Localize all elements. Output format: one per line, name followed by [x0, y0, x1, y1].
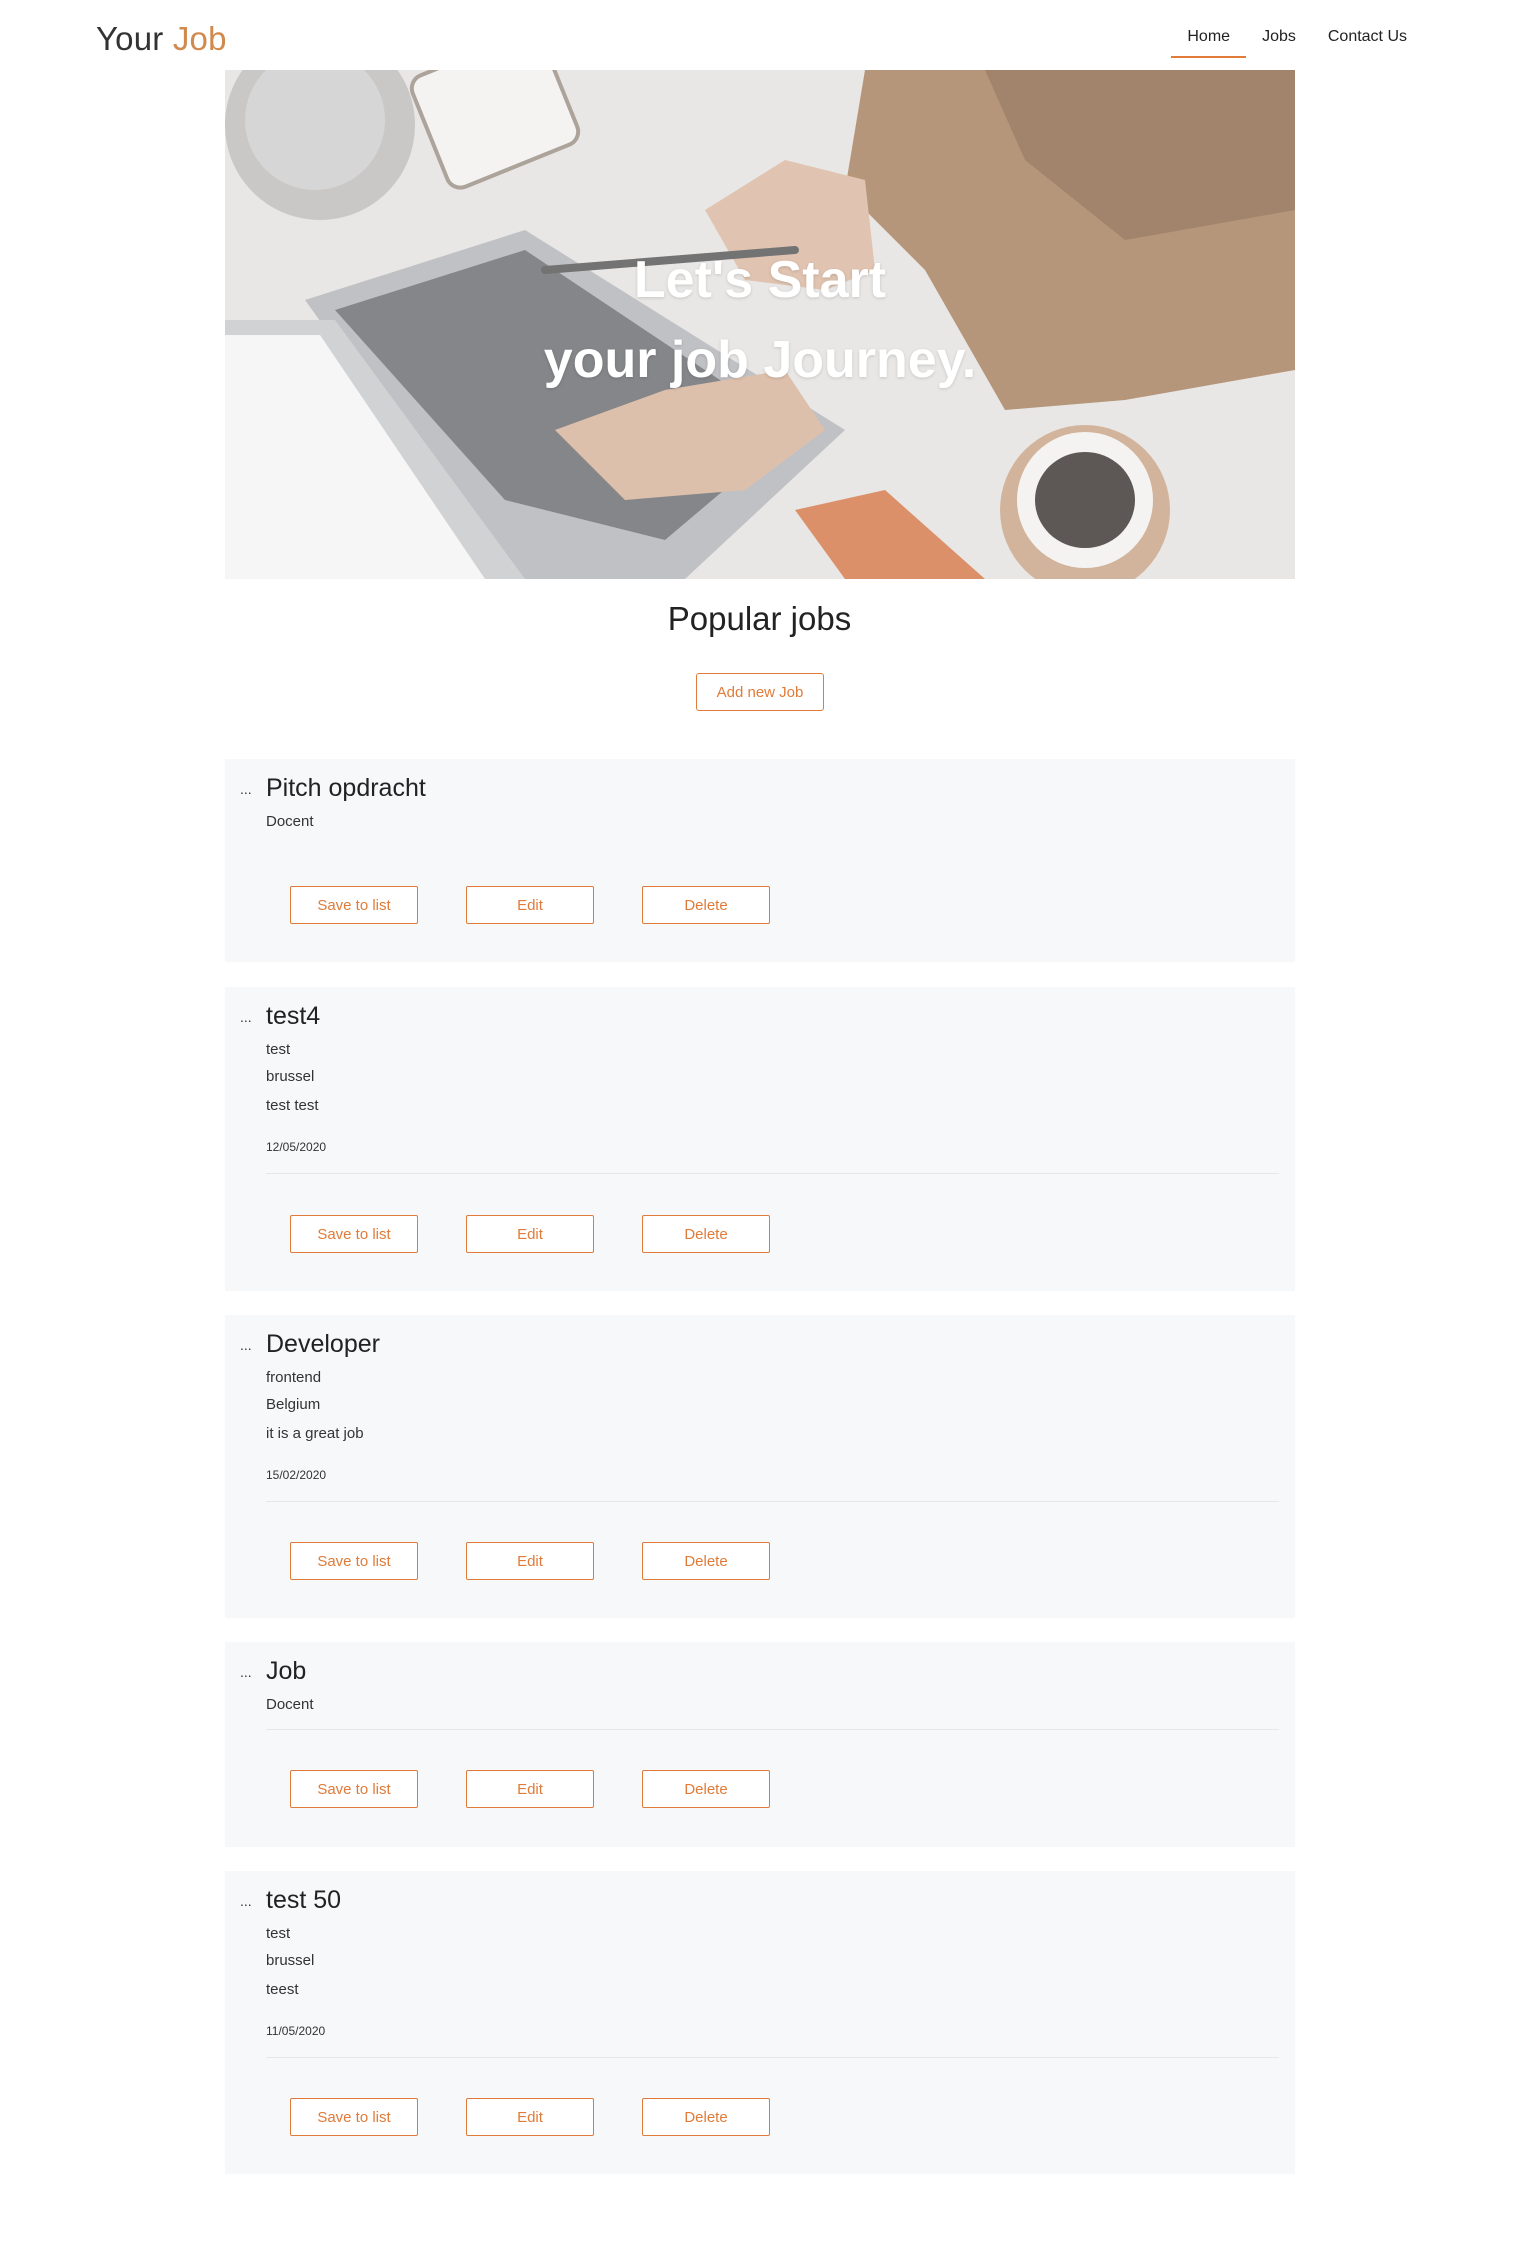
job-card: ... test4 test brussel test test 12/05/2…	[225, 987, 1295, 1291]
job-location: Belgium	[266, 1396, 321, 1413]
delete-button[interactable]: Delete	[642, 1770, 770, 1808]
site-header: Your Job Home Jobs Contact Us	[0, 0, 1519, 70]
job-subtitle: test	[266, 1925, 291, 1942]
job-card: ... test 50 test brussel teest 11/05/202…	[225, 1871, 1295, 2174]
edit-button[interactable]: Edit	[466, 1215, 594, 1253]
job-title: test4	[266, 1002, 321, 1030]
card-divider	[266, 2057, 1279, 2058]
job-subtitle: frontend	[266, 1369, 322, 1386]
nav-jobs[interactable]: Jobs	[1246, 24, 1312, 58]
job-title: Developer	[266, 1330, 380, 1358]
job-title: Job	[266, 1657, 307, 1685]
job-title: test 50	[266, 1886, 342, 1914]
hero-line-1: Let's Start	[633, 251, 887, 309]
save-to-list-button[interactable]: Save to list	[290, 2098, 418, 2136]
job-location: brussel	[266, 1068, 315, 1085]
job-card: ... Job Docent Save to list Edit Delete	[225, 1642, 1295, 1847]
hero-line-2: your job Journey.	[543, 331, 977, 389]
edit-button[interactable]: Edit	[466, 1542, 594, 1580]
more-options-icon[interactable]: ...	[240, 1337, 252, 1353]
job-location: brussel	[266, 1952, 315, 1969]
more-options-icon[interactable]: ...	[240, 1893, 252, 1909]
add-new-job-button[interactable]: Add new Job	[696, 673, 824, 711]
card-divider	[266, 1729, 1279, 1730]
job-description: test test	[266, 1097, 319, 1114]
edit-button[interactable]: Edit	[466, 2098, 594, 2136]
more-options-icon[interactable]: ...	[240, 1009, 252, 1025]
logo-text-job: Job	[172, 20, 227, 57]
card-divider	[266, 1501, 1279, 1502]
job-subtitle: Docent	[266, 813, 314, 830]
delete-button[interactable]: Delete	[642, 1542, 770, 1580]
hero-banner: Let's Start your job Journey.	[225, 70, 1295, 579]
main-nav: Home Jobs Contact Us	[1171, 24, 1423, 58]
hero-headline: Let's Start your job Journey.	[225, 240, 1295, 400]
job-date: 15/02/2020	[266, 1468, 327, 1482]
job-date: 11/05/2020	[266, 2024, 326, 2038]
logo-text-your: Your	[96, 20, 164, 57]
job-card: ... Pitch opdracht Docent Save to list E…	[225, 759, 1295, 962]
delete-button[interactable]: Delete	[642, 1215, 770, 1253]
job-subtitle: test	[266, 1041, 291, 1058]
delete-button[interactable]: Delete	[642, 2098, 770, 2136]
job-subtitle: Docent	[266, 1696, 314, 1713]
job-title: Pitch opdracht	[266, 774, 426, 802]
save-to-list-button[interactable]: Save to list	[290, 886, 418, 924]
site-logo[interactable]: Your Job	[96, 20, 227, 58]
save-to-list-button[interactable]: Save to list	[290, 1770, 418, 1808]
card-divider	[266, 1173, 1279, 1174]
more-options-icon[interactable]: ...	[240, 1664, 252, 1680]
edit-button[interactable]: Edit	[466, 886, 594, 924]
more-options-icon[interactable]: ...	[240, 781, 252, 797]
job-card: ... Developer frontend Belgium it is a g…	[225, 1315, 1295, 1618]
nav-home[interactable]: Home	[1171, 24, 1246, 58]
section-title: Popular jobs	[667, 600, 852, 637]
edit-button[interactable]: Edit	[466, 1770, 594, 1808]
save-to-list-button[interactable]: Save to list	[290, 1542, 418, 1580]
job-description: it is a great job	[266, 1425, 364, 1442]
job-description: teest	[266, 1981, 299, 1998]
delete-button[interactable]: Delete	[642, 886, 770, 924]
job-date: 12/05/2020	[266, 1140, 327, 1154]
save-to-list-button[interactable]: Save to list	[290, 1215, 418, 1253]
nav-contact-us[interactable]: Contact Us	[1312, 24, 1423, 58]
